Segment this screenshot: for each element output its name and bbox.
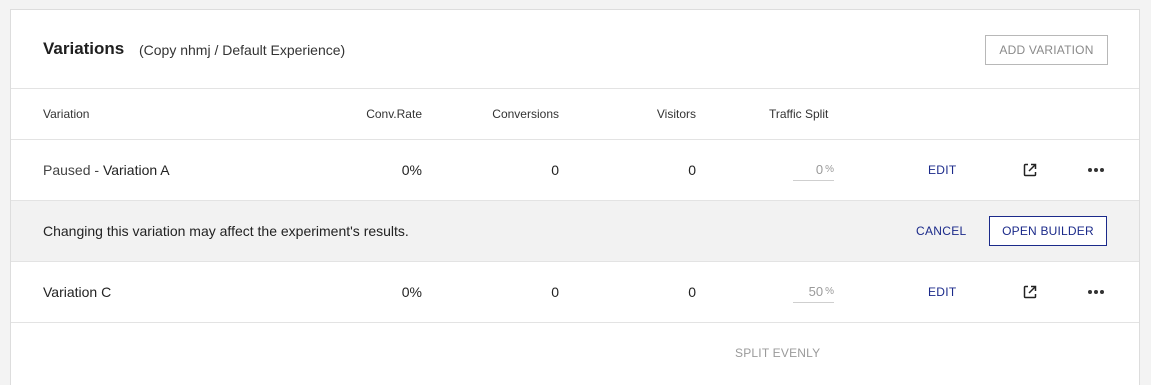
edit-button[interactable]: EDIT (928, 285, 957, 299)
variation-name-cell: Variation C (43, 284, 111, 300)
variations-card: Variations (Copy nhmj / Default Experien… (10, 9, 1140, 385)
external-link-icon[interactable] (1021, 161, 1039, 179)
traffic-split-unit: % (825, 164, 834, 175)
more-dots-icon[interactable] (1086, 161, 1106, 179)
visitors-value: 0 (688, 162, 696, 178)
table-header-row: Variation Conv.Rate Conversions Visitors… (11, 89, 1139, 140)
external-link-icon[interactable] (1021, 283, 1039, 301)
conversions-value: 0 (551, 162, 559, 178)
traffic-split-unit: % (825, 286, 834, 297)
conv-rate-value: 0% (401, 284, 422, 300)
variation-name-cell: Paused - Variation A (43, 162, 170, 178)
add-variation-button[interactable]: ADD VARIATION (985, 35, 1108, 65)
table-row: Variation C 0% 0 0 50% EDIT (11, 262, 1139, 323)
traffic-split-value: 0 (815, 162, 824, 177)
table-row: Paused - Variation A 0% 0 0 0% EDIT (11, 140, 1139, 201)
column-header-conv-rate: Conv.Rate (366, 107, 422, 121)
table-footer: SPLIT EVENLY (11, 323, 1139, 383)
cancel-button[interactable]: CANCEL (916, 224, 966, 238)
variation-status-prefix: Paused - (43, 162, 103, 178)
column-header-variation: Variation (43, 107, 90, 121)
variation-name: Variation A (102, 162, 170, 178)
warning-message: Changing this variation may affect the e… (43, 223, 409, 239)
page-title: Variations (43, 39, 125, 58)
traffic-split-input[interactable]: 0% (793, 159, 834, 181)
more-dots-icon[interactable] (1086, 283, 1106, 301)
column-header-visitors: Visitors (656, 107, 696, 121)
traffic-split-input[interactable]: 50% (793, 281, 834, 303)
column-header-traffic-split: Traffic Split (769, 107, 829, 121)
warning-banner: Changing this variation may affect the e… (11, 201, 1139, 262)
page-subtitle: (Copy nhmj / Default Experience) (139, 42, 346, 58)
visitors-value: 0 (688, 284, 696, 300)
variations-header: Variations (Copy nhmj / Default Experien… (11, 10, 1139, 89)
conv-rate-value: 0% (401, 162, 422, 178)
conversions-value: 0 (551, 284, 559, 300)
split-evenly-button[interactable]: SPLIT EVENLY (735, 346, 820, 360)
open-builder-button[interactable]: OPEN BUILDER (989, 216, 1107, 246)
edit-button[interactable]: EDIT (928, 163, 957, 177)
variation-name: Variation C (43, 284, 112, 300)
traffic-split-value: 50 (808, 284, 824, 299)
column-header-conversions: Conversions (492, 107, 559, 121)
